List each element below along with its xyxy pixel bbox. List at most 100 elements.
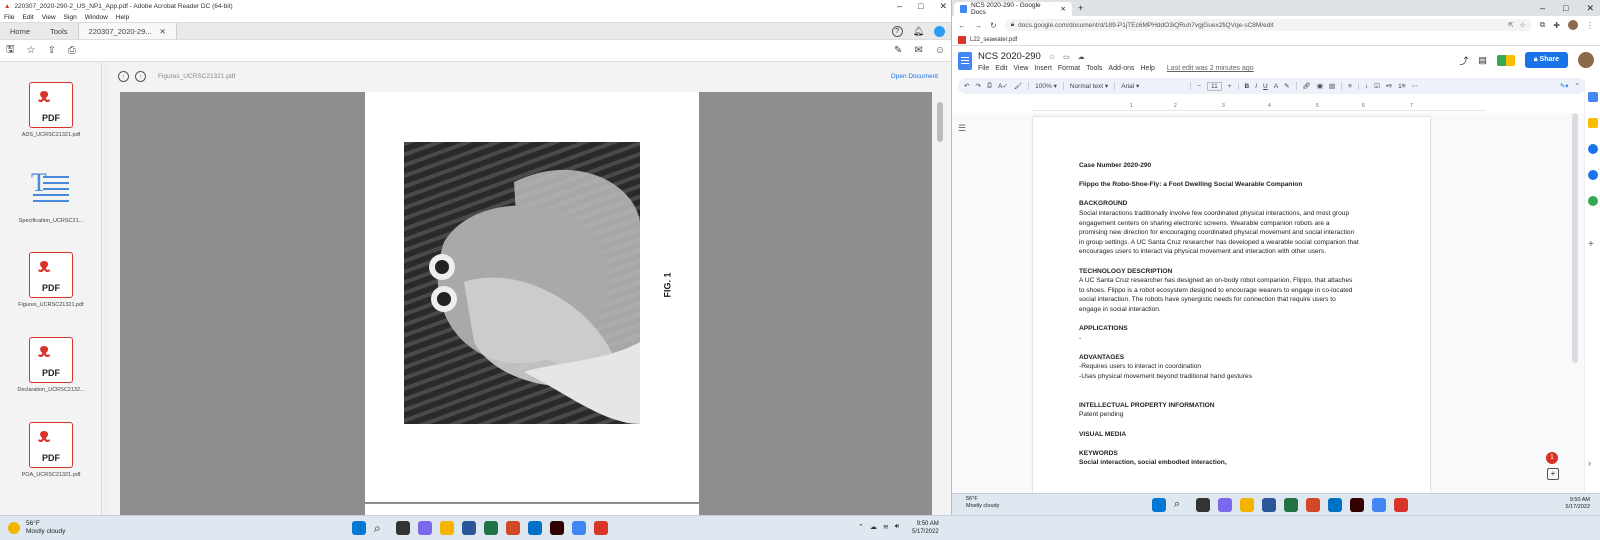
expand-panel-icon[interactable]: › xyxy=(1588,458,1598,468)
tab-document[interactable]: 220307_2020-29... ✕ xyxy=(77,23,177,39)
word-icon[interactable] xyxy=(462,521,476,535)
align-icon[interactable]: ≡ xyxy=(1348,82,1359,90)
bullet-list-icon[interactable]: •≡ xyxy=(1386,83,1392,90)
calendar-icon[interactable] xyxy=(1588,92,1598,102)
chrome-icon[interactable] xyxy=(1372,498,1386,512)
mail-icon[interactable]: ✉ xyxy=(914,45,922,56)
decrease-size-icon[interactable]: − xyxy=(1197,83,1201,90)
chat-icon[interactable] xyxy=(1218,498,1232,512)
last-edit-link[interactable]: Last edit was 2 minutes ago xyxy=(1167,65,1254,72)
attachment-item[interactable]: ᴥ PDF POA_UCRSC21321.pdf xyxy=(0,422,101,478)
tab-close-icon[interactable]: ✕ xyxy=(160,27,166,36)
outlook-icon[interactable] xyxy=(528,521,542,535)
close-icon[interactable]: ✕ xyxy=(939,1,947,12)
menu-edit[interactable]: Edit xyxy=(22,14,33,21)
chrome-icon[interactable] xyxy=(572,521,586,535)
start-icon[interactable] xyxy=(352,521,366,535)
checklist-icon[interactable]: ☑ xyxy=(1374,82,1380,90)
menu-tools[interactable]: Tools xyxy=(1086,65,1102,72)
avatar[interactable] xyxy=(1578,52,1594,68)
tray-overflow-icon[interactable]: ⌃ xyxy=(858,523,864,531)
style-select[interactable]: Normal text ▾ xyxy=(1070,82,1116,90)
save-icon[interactable]: 🖫︎ xyxy=(6,42,15,59)
powerpoint-icon[interactable] xyxy=(1306,498,1320,512)
ruler[interactable]: 1 2 3 4 5 6 7 xyxy=(1032,103,1486,111)
redo-icon[interactable]: ↷ xyxy=(975,82,980,90)
docs-logo-icon[interactable] xyxy=(958,52,972,70)
illustrator-icon[interactable] xyxy=(1350,498,1364,512)
bookmark-star-icon[interactable]: ☆ xyxy=(1520,21,1526,29)
tasks-icon[interactable] xyxy=(1588,144,1598,154)
paint-format-icon[interactable]: 🖌︎ xyxy=(1014,82,1030,90)
bookmark-link[interactable]: L22_seawater.pdf xyxy=(970,37,1017,43)
minimize-icon[interactable]: – xyxy=(1540,3,1545,13)
close-tab-icon[interactable]: ✕ xyxy=(1061,5,1066,13)
meet-icon[interactable] xyxy=(1496,54,1515,66)
share-button[interactable]: 🔒︎ Share xyxy=(1524,52,1568,68)
star-icon[interactable]: ☆ xyxy=(27,45,36,56)
comment-icon[interactable]: ▤ xyxy=(1478,55,1487,66)
increase-size-icon[interactable]: + xyxy=(1228,82,1239,90)
word-icon[interactable] xyxy=(1262,498,1276,512)
tab-tools[interactable]: Tools xyxy=(40,23,78,39)
document-page[interactable]: Case Number 2020-290 Flippo the Robo-Sho… xyxy=(1033,117,1430,493)
excel-icon[interactable] xyxy=(484,521,498,535)
url-input[interactable]: 🔒︎ docs.google.com/document/d/189-P1jTEc… xyxy=(1004,19,1532,31)
clock[interactable]: 9:50 AM 5/17/2022 xyxy=(1566,497,1590,511)
attachment-item[interactable]: ᴥ PDF ADS_UCRSC21321.pdf xyxy=(0,82,101,138)
document-body[interactable]: Case Number 2020-290 Flippo the Robo-Sho… xyxy=(1079,161,1389,468)
help-icon[interactable]: ? xyxy=(891,25,903,37)
add-addon-icon[interactable]: + xyxy=(1588,240,1598,250)
line-spacing-icon[interactable]: ↕ xyxy=(1365,83,1368,90)
menu-window[interactable]: Window xyxy=(85,14,108,21)
menu-view[interactable]: View xyxy=(42,14,56,21)
zoom-select[interactable]: 100% ▾ xyxy=(1035,82,1064,90)
previous-icon[interactable]: ‹ xyxy=(118,70,129,82)
explore-icon[interactable]: + xyxy=(1547,468,1559,480)
illustrator-icon[interactable] xyxy=(550,521,564,535)
doc-title[interactable]: NCS 2020-290 xyxy=(978,51,1041,62)
image-icon[interactable]: ▨ xyxy=(1329,82,1343,90)
maximize-icon[interactable]: □ xyxy=(918,1,923,11)
attachment-item[interactable]: T Specification_UCRSC21... xyxy=(0,168,101,224)
share-icon[interactable]: ⇱ xyxy=(1508,21,1513,29)
back-icon[interactable]: ← xyxy=(958,21,966,30)
file-explorer-icon[interactable] xyxy=(440,521,454,535)
puzzle-icon[interactable]: ✚ xyxy=(1553,21,1560,30)
print-icon[interactable]: ⎙ xyxy=(987,82,992,90)
cloud-icon[interactable]: ☁ xyxy=(870,523,877,531)
task-view-icon[interactable] xyxy=(1196,498,1210,512)
vertical-scrollbar[interactable] xyxy=(1572,113,1578,363)
profile-icon[interactable] xyxy=(1568,20,1578,30)
acrobat-icon[interactable] xyxy=(1394,498,1408,512)
file-explorer-icon[interactable] xyxy=(1240,498,1254,512)
upload-icon[interactable]: ⇪ xyxy=(48,45,56,56)
star-icon[interactable]: ☆ xyxy=(1049,53,1055,61)
search-icon[interactable]: ⌕ xyxy=(1174,498,1188,512)
menu-file[interactable]: File xyxy=(978,65,989,72)
undo-icon[interactable]: ↶ xyxy=(964,82,969,90)
outlook-icon[interactable] xyxy=(1328,498,1342,512)
keep-icon[interactable] xyxy=(1588,118,1598,128)
more-icon[interactable]: ⋯ xyxy=(1412,82,1419,90)
acrobat-icon[interactable] xyxy=(594,521,608,535)
menu-help[interactable]: Help xyxy=(1141,65,1155,72)
weather-widget[interactable]: 56°F Mostly cloudy xyxy=(26,520,65,536)
folder-icon[interactable]: ▭ xyxy=(1063,53,1070,61)
close-icon[interactable]: ✕ xyxy=(1586,3,1594,14)
menu-file[interactable]: File xyxy=(4,14,14,21)
forward-icon[interactable]: → xyxy=(974,21,982,30)
numbered-list-icon[interactable]: 1≡ xyxy=(1398,83,1405,90)
outline-icon[interactable]: ☰ xyxy=(958,123,966,134)
vertical-scrollbar[interactable] xyxy=(935,92,945,515)
spellcheck-icon[interactable]: A✓ xyxy=(998,82,1008,90)
editing-mode-icon[interactable]: ✎▾ xyxy=(1560,82,1569,90)
maximize-icon[interactable]: □ xyxy=(1563,3,1568,13)
notification-badge[interactable]: 1 xyxy=(1546,452,1558,464)
clock[interactable]: 9:50 AM 5/17/2022 xyxy=(912,520,939,536)
powerpoint-icon[interactable] xyxy=(506,521,520,535)
menu-edit[interactable]: Edit xyxy=(995,65,1007,72)
menu-format[interactable]: Format xyxy=(1058,65,1080,72)
user-account-icon[interactable] xyxy=(934,25,945,37)
add-comment-icon[interactable]: ▣ xyxy=(1317,82,1323,90)
